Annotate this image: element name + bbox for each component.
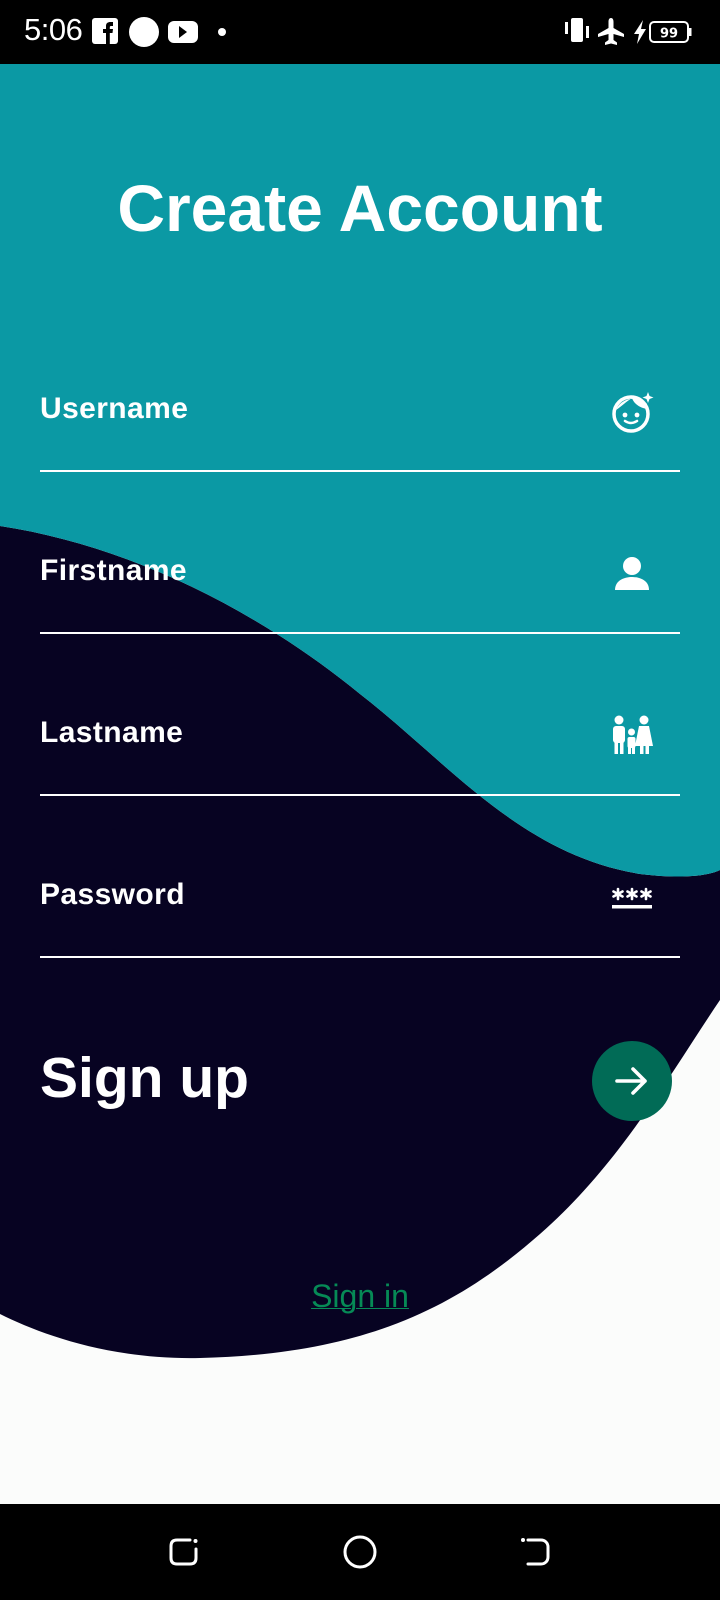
navigation-bar xyxy=(0,1504,720,1600)
youtube-icon xyxy=(168,21,198,43)
home-icon[interactable] xyxy=(340,1532,380,1572)
airplane-mode-icon xyxy=(598,18,624,45)
battery-level: 99 xyxy=(660,27,678,42)
username-field[interactable]: Username xyxy=(40,370,680,472)
dot-icon xyxy=(218,28,226,36)
circle-notification-icon xyxy=(129,17,159,47)
face-sparkle-icon xyxy=(612,392,654,433)
password-label: Password xyxy=(40,878,185,911)
family-icon xyxy=(613,715,653,754)
page-title: Create Account xyxy=(117,171,603,245)
charging-icon xyxy=(634,20,646,44)
status-left-icons xyxy=(92,17,226,47)
signup-button[interactable] xyxy=(592,1041,672,1121)
signin-link[interactable]: Sign in xyxy=(0,1278,720,1315)
status-bar: 5:06 99 xyxy=(0,0,720,64)
arrow-right-icon xyxy=(615,1067,647,1095)
recent-apps-icon[interactable] xyxy=(164,1532,204,1572)
lastname-label: Lastname xyxy=(40,716,184,749)
signup-label: Sign up xyxy=(40,1046,249,1110)
facebook-icon xyxy=(92,18,118,44)
password-icon xyxy=(612,887,652,909)
person-icon xyxy=(615,557,649,590)
vibrate-icon xyxy=(565,18,589,42)
firstname-field[interactable]: Firstname xyxy=(40,532,680,634)
password-field[interactable]: Password xyxy=(40,856,680,958)
firstname-label: Firstname xyxy=(40,554,187,587)
status-right-icons: 99 xyxy=(565,18,692,45)
back-icon[interactable] xyxy=(516,1532,556,1572)
lastname-field[interactable]: Lastname xyxy=(40,694,680,796)
username-label: Username xyxy=(40,392,189,425)
battery-icon: 99 xyxy=(649,21,692,43)
status-time: 5:06 xyxy=(24,12,83,47)
